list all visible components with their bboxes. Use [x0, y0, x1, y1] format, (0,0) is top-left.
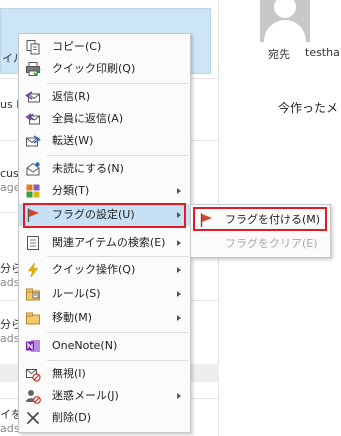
submenu-arrow-icon	[177, 188, 181, 194]
menu-item-delete[interactable]: 削除(D)	[19, 407, 190, 429]
submenu-arrow-icon	[177, 393, 181, 399]
copy-icon	[26, 40, 40, 55]
avatar-head-shape	[274, 0, 296, 18]
menu-item-label: 返信(R)	[52, 90, 91, 103]
menu-separator	[47, 360, 189, 361]
menu-item-copy[interactable]: コピー(C)	[19, 36, 190, 58]
submenu-item-label: フラグをクリア(E)	[225, 237, 318, 250]
reply-icon	[25, 91, 40, 103]
highlight-outline-flag-message	[193, 207, 327, 231]
menu-item-label: ルール(S)	[52, 287, 101, 300]
to-label: 宛先	[268, 48, 290, 61]
menu-item-junk[interactable]: 迷惑メール(J)	[19, 385, 190, 407]
avatar-body-shape	[264, 20, 306, 42]
menu-item-label: 移動(M)	[52, 311, 93, 324]
message-body-text: 今作ったメ	[278, 101, 339, 115]
menu-item-label: 迷惑メール(J)	[52, 389, 119, 402]
menu-item-label: 無視(I)	[52, 367, 86, 380]
menu-item-rules[interactable]: ルール(S)	[19, 283, 190, 305]
quick-steps-icon	[27, 262, 39, 278]
menu-item-forward[interactable]: 転送(W)	[19, 130, 190, 152]
menu-item-mark-unread[interactable]: 未読にする(N)	[19, 158, 190, 180]
ignore-icon	[26, 369, 41, 382]
menu-item-quick-print[interactable]: クイック印刷(Q)	[19, 58, 190, 80]
menu-item-label: 分類(T)	[52, 184, 90, 197]
forward-icon	[26, 135, 41, 147]
menu-item-reply[interactable]: 返信(R)	[19, 86, 190, 108]
mark-unread-icon	[26, 162, 40, 176]
menu-item-label: 未読にする(N)	[52, 162, 124, 175]
menu-item-find-related[interactable]: 関連アイテムの検索(E)	[19, 232, 190, 254]
menu-separator	[47, 155, 189, 156]
highlight-outline-set-flag	[23, 203, 186, 228]
submenu-arrow-icon	[177, 315, 181, 321]
menu-item-categorize[interactable]: 分類(T)	[19, 180, 190, 202]
menu-separator	[47, 256, 189, 257]
to-recipient[interactable]: testha	[305, 46, 340, 59]
menu-item-ignore[interactable]: 無視(I)	[19, 363, 190, 385]
menu-item-label: コピー(C)	[52, 40, 102, 53]
submenu-item-clear-flag: フラグをクリア(E)	[191, 233, 330, 255]
menu-item-label: クイック操作(Q)	[52, 263, 136, 276]
submenu-arrow-icon	[177, 240, 181, 246]
menu-item-label: 全員に返信(A)	[52, 112, 124, 125]
reply-all-icon	[25, 113, 40, 125]
junk-mail-icon	[26, 390, 41, 404]
menu-item-move[interactable]: 移動(M)	[19, 307, 190, 329]
find-related-icon	[27, 236, 39, 250]
categorize-icon	[26, 184, 40, 198]
onenote-icon	[26, 340, 40, 352]
menu-item-label: 関連アイテムの検索(E)	[52, 236, 166, 249]
menu-separator	[47, 332, 189, 333]
menu-item-reply-all[interactable]: 全員に返信(A)	[19, 108, 190, 130]
menu-item-onenote[interactable]: OneNote(N)	[19, 335, 190, 357]
contact-avatar[interactable]	[260, 0, 310, 42]
delete-icon	[26, 411, 40, 425]
menu-item-label: 転送(W)	[52, 134, 94, 147]
rules-icon	[26, 288, 40, 301]
submenu-arrow-icon	[177, 291, 181, 297]
menu-item-quick-steps[interactable]: クイック操作(Q)	[19, 259, 190, 281]
move-folder-icon	[26, 312, 40, 325]
menu-separator	[47, 83, 189, 84]
menu-item-label: OneNote(N)	[52, 339, 118, 352]
menu-item-label: 削除(D)	[52, 411, 92, 424]
submenu-arrow-icon	[177, 267, 181, 273]
menu-item-label: クイック印刷(Q)	[52, 62, 136, 75]
quick-print-icon	[26, 62, 41, 77]
context-menu: コピー(C) クイック印刷(Q) 返信(R) 全員に返信(A) 転送(W) 未読…	[18, 33, 191, 433]
